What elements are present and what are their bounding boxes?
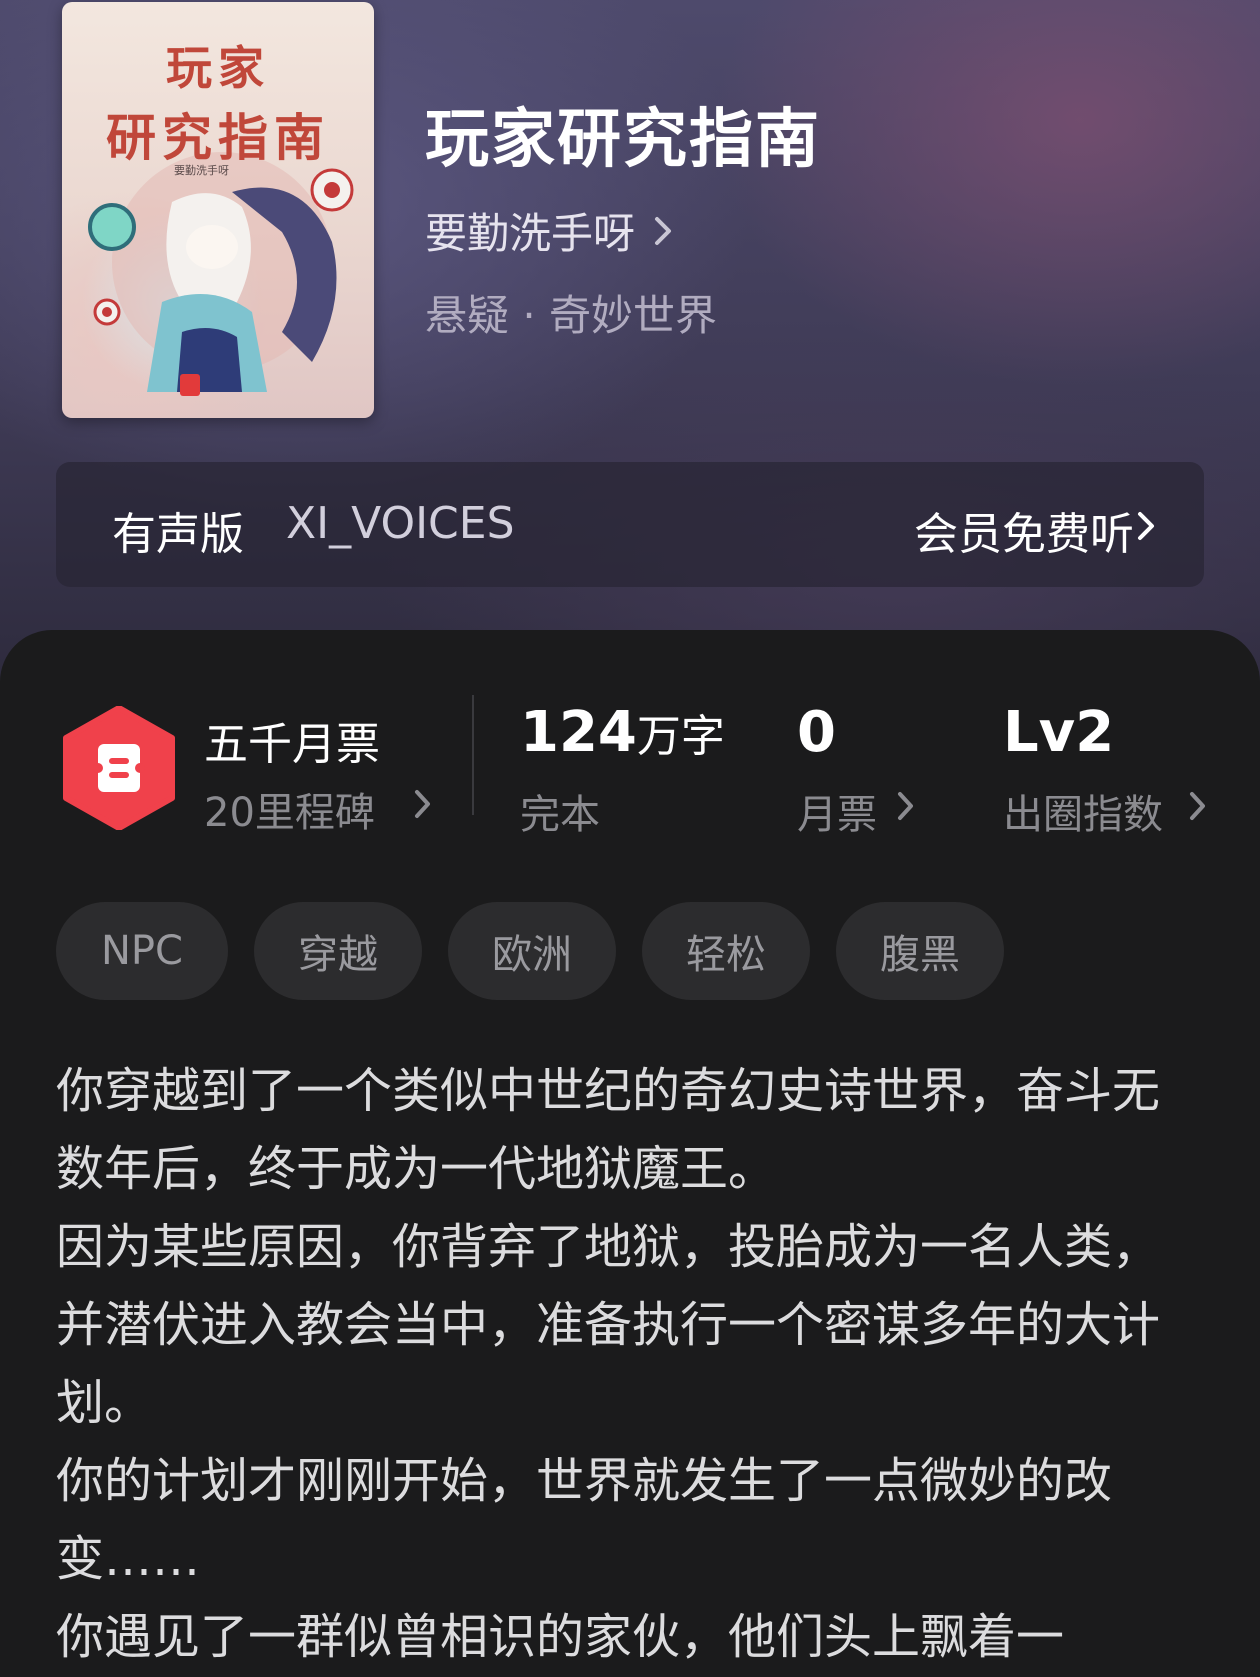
audiobook-voice: XI_VOICES (286, 498, 515, 549)
chevron-right-icon[interactable] (410, 786, 436, 822)
audiobook-bar[interactable]: 有声版 XI_VOICES 会员免费听 (56, 462, 1204, 587)
description-paragraph: 你的计划才刚刚开始，世界就发生了一点微妙的改变…… (56, 1453, 1113, 1587)
stats-divider (472, 695, 474, 815)
tag-chip[interactable]: 穿越 (254, 902, 422, 1000)
book-header: 玩家 研究指南 要勤洗手呀 玩家研究指南 要勤洗手呀 悬疑 · 奇妙世界 有声版… (0, 0, 1260, 700)
influence-label[interactable]: 出圈指数 (1003, 782, 1163, 840)
description-paragraph: 你遇见了一群似曾相识的家伙，他们头上飘着一 (56, 1609, 1065, 1665)
chevron-right-icon[interactable] (1185, 788, 1211, 824)
word-count: 124万字 (520, 700, 725, 765)
milestone-title[interactable]: 五千月票 (204, 708, 380, 772)
chevron-right-icon (655, 216, 672, 245)
tag-chip[interactable]: NPC (56, 902, 228, 1000)
book-title: 玩家研究指南 (425, 102, 821, 177)
cover-author: 要勤洗手呀 (174, 164, 229, 177)
audiobook-action: 会员免费听 (914, 509, 1134, 560)
tag-list: NPC 穿越 欧洲 轻松 腹黑 (56, 902, 1030, 1000)
milestone-subtitle[interactable]: 20里程碑 (204, 780, 375, 838)
description-paragraph: 因为某些原因，你背弃了地狱，投胎成为一名人类，并潜伏进入教会当中，准备执行一个密… (56, 1219, 1161, 1431)
book-cover-image[interactable]: 玩家 研究指南 要勤洗手呀 (62, 2, 374, 418)
book-description[interactable]: 你穿越到了一个类似中世纪的奇幻史诗世界，奋斗无数年后，终于成为一代地狱魔王。 因… (56, 1052, 1206, 1676)
book-status: 完本 (520, 792, 600, 838)
monthly-votes-count: 0 (797, 700, 836, 765)
word-count-number: 124 (520, 700, 637, 765)
description-paragraph: 你穿越到了一个类似中世纪的奇幻史诗世界，奋斗无数年后，终于成为一代地狱魔王。 (56, 1063, 1161, 1197)
cover-title-line1: 玩家 (166, 41, 270, 95)
word-count-unit: 万字 (636, 711, 725, 762)
chevron-right-icon[interactable] (893, 788, 919, 824)
chevron-right-icon (1138, 512, 1154, 540)
monthly-votes-label[interactable]: 月票 (797, 782, 877, 840)
tag-chip[interactable]: 欧洲 (448, 902, 616, 1000)
author-link[interactable]: 要勤洗手呀 (425, 200, 681, 261)
tag-chip[interactable]: 轻松 (642, 902, 810, 1000)
tag-chip[interactable]: 腹黑 (836, 902, 1004, 1000)
monthly-ticket-badge-icon (63, 706, 175, 830)
author-name: 要勤洗手呀 (425, 209, 636, 258)
cover-title-line2: 研究指南 (106, 108, 330, 167)
book-genre: 悬疑 · 奇妙世界 (425, 291, 718, 340)
audiobook-label: 有声版 (112, 509, 244, 560)
influence-level: Lv2 (1003, 700, 1115, 765)
